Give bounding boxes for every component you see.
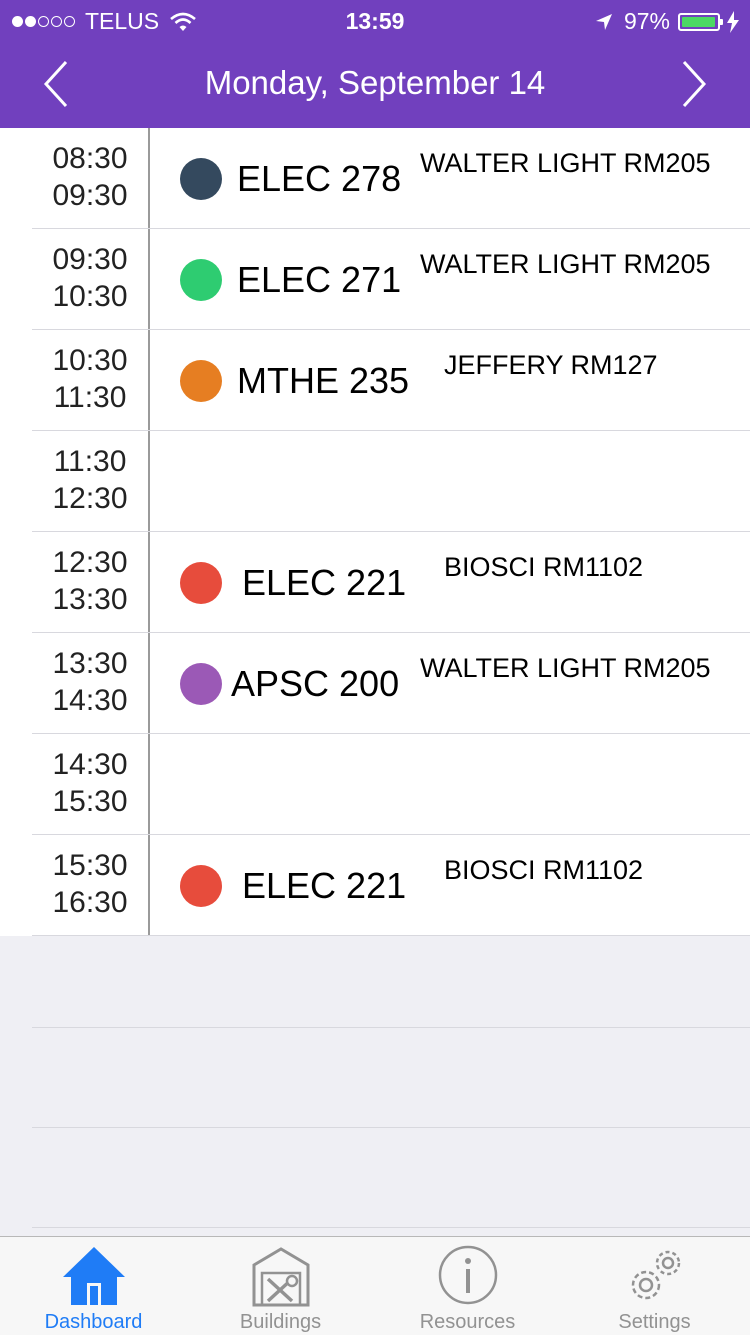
time-divider [148,835,150,935]
course-code: APSC 200 [231,663,400,704]
end-time: 11:30 [53,381,127,414]
start-time: 14:30 [52,748,128,781]
end-time: 10:30 [52,280,128,313]
tab-bar: Dashboard Buildings Resources Settings [0,1236,750,1335]
schedule-list: 08:30 09:30 ELEC 278 WALTER LIGHT RM205 09:3… [0,128,750,936]
divider [32,1127,750,1128]
schedule-row[interactable]: 14:30 15:30 [32,734,750,835]
room-location: WALTER LIGHT RM205 [420,249,711,279]
schedule-row[interactable]: 08:30 09:30 ELEC 278 WALTER LIGHT RM205 [32,128,750,229]
schedule-row[interactable]: 09:30 10:30 ELEC 271 WALTER LIGHT RM205 [32,229,750,330]
time-range: 09:30 10:30 [32,229,148,329]
schedule-row[interactable]: 13:30 14:30 APSC 200 WALTER LIGHT RM205 [32,633,750,734]
battery-fill [682,16,715,27]
time-range: 11:30 12:30 [32,431,148,531]
schedule-row[interactable]: 11:30 12:30 [32,431,750,532]
tab-settings[interactable]: Settings [561,1237,748,1335]
chevron-right-icon [682,60,707,108]
room-location: JEFFERY RM127 [444,350,658,380]
start-time: 13:30 [52,647,128,680]
end-time: 13:30 [52,583,128,616]
tab-label: Resources [419,1311,516,1333]
time-divider [148,330,150,430]
divider [32,1027,750,1028]
course-code: ELEC 278 [237,158,402,199]
time-divider [148,532,150,632]
start-time: 10:30 [52,344,128,377]
battery-percent: 97% [623,8,670,34]
room-location: WALTER LIGHT RM205 [420,148,711,178]
battery-icon [678,12,723,31]
status-bar: TELUS 13:59 97% [0,0,750,40]
time-divider [148,734,150,834]
time-range: 14:30 15:30 [32,734,148,834]
course-code: ELEC 221 [242,562,407,603]
time-divider [148,229,150,329]
course-color-dot [180,865,222,907]
course-code: ELEC 221 [242,865,407,906]
start-time: 12:30 [52,546,128,579]
divider [32,1227,750,1228]
time-range: 13:30 14:30 [32,633,148,733]
start-time: 08:30 [52,142,128,175]
course-color-dot [180,562,222,604]
building-icon [252,1247,309,1307]
end-time: 16:30 [52,886,128,919]
start-time: 15:30 [52,849,128,882]
tab-label: Settings [618,1311,691,1333]
status-right: 97% [594,8,740,35]
time-range: 12:30 13:30 [32,532,148,632]
schedule-row[interactable]: 12:30 13:30 ELEC 221 BIOSCI RM1102 [32,532,750,633]
schedule-row[interactable]: 10:30 11:30 MTHE 235 JEFFERY RM127 [32,330,750,431]
time-range: 08:30 09:30 [32,128,148,228]
course-color-dot [180,360,222,402]
page-title: Monday, September 14 [204,64,546,101]
room-location: BIOSCI RM1102 [444,552,644,582]
room-location: BIOSCI RM1102 [444,855,644,885]
start-time: 09:30 [52,243,128,276]
next-day-button[interactable] [672,60,712,108]
end-time: 15:30 [52,785,128,818]
time-divider [148,431,150,531]
home-icon [62,1247,125,1305]
time-divider [148,633,150,733]
tab-buildings[interactable]: Buildings [187,1237,374,1335]
tab-dashboard[interactable]: Dashboard [0,1237,187,1335]
time-divider [148,128,150,228]
charging-bolt-icon [727,10,739,33]
course-color-dot [180,259,222,301]
end-time: 14:30 [52,684,128,717]
room-location: WALTER LIGHT RM205 [420,653,711,683]
course-color-dot [180,158,222,200]
course-color-dot [180,663,222,705]
time-range: 10:30 11:30 [32,330,148,430]
end-time: 12:30 [52,482,128,515]
time-range: 15:30 16:30 [32,835,148,935]
gears-icon [631,1250,680,1300]
schedule-row[interactable]: 15:30 16:30 ELEC 221 BIOSCI RM1102 [32,835,750,936]
tab-label: Buildings [239,1311,322,1333]
end-time: 09:30 [52,179,128,212]
info-icon [438,1245,497,1305]
navigation-bar: Monday, September 14 [0,40,750,128]
start-time: 11:30 [53,445,127,478]
tab-resources[interactable]: Resources [374,1237,561,1335]
tab-label: Dashboard [44,1311,143,1333]
course-code: MTHE 235 [237,360,410,401]
top-bar: TELUS 13:59 97% Monday, September 14 [0,0,750,128]
course-code: ELEC 271 [237,259,402,300]
location-arrow-icon [595,13,612,30]
